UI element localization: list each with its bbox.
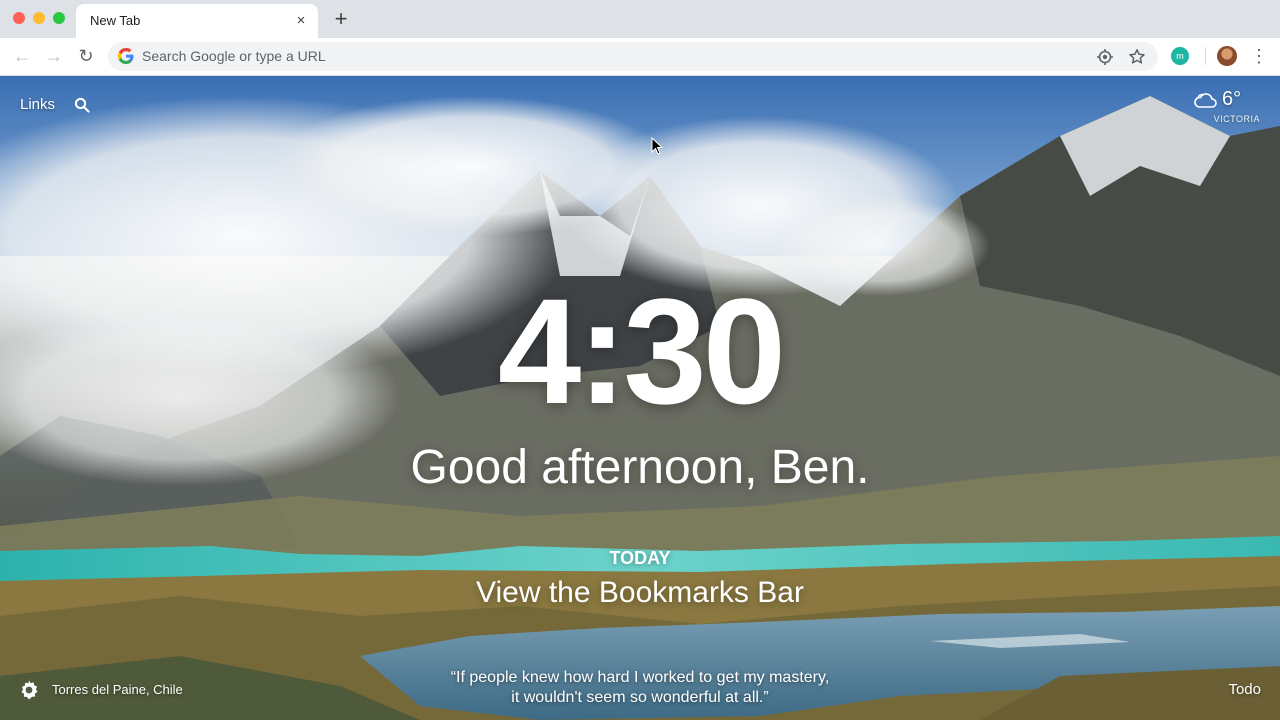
tab-strip: New Tab × + [0,0,1280,38]
new-tab-button[interactable]: + [330,8,352,30]
tab-new-tab[interactable]: New Tab × [76,4,318,38]
search-icon[interactable] [74,97,90,113]
quote-line-2: it wouldn't seem so wonderful at all.” [511,689,769,706]
google-g-icon [118,48,134,64]
momentum-dashboard: Links 6° VICTORIA 4:30 Good afternoon, B… [0,76,1280,720]
partly-cloudy-icon [1194,93,1217,108]
momentum-extension-icon[interactable]: m [1171,47,1189,65]
weather-temperature: 6° [1222,88,1242,110]
forward-button[interactable]: → [44,46,64,66]
tab-title: New Tab [90,13,141,28]
photo-location[interactable]: Torres del Paine, Chile [52,682,183,697]
greeting-text[interactable]: Good afternoon, Ben. [0,440,1280,495]
address-bar[interactable]: Search Google or type a URL [108,42,1158,71]
browser-toolbar: ← → ↻ Search Google or type a URL [0,38,1280,76]
todo-button[interactable]: Todo [1228,681,1261,698]
minimize-window-button[interactable] [33,12,45,24]
toolbar-divider [1205,47,1206,65]
quote-line-1: “If people knew how hard I worked to get… [450,669,830,686]
location-target-icon[interactable] [1096,48,1114,66]
mouse-cursor-icon [651,137,663,155]
focus-task[interactable]: View the Bookmarks Bar [0,576,1280,610]
back-button[interactable]: ← [12,46,32,66]
three-dots-menu-icon[interactable]: ⋮ [1250,46,1268,66]
weather-widget[interactable]: 6° VICTORIA [1192,88,1262,128]
reload-button[interactable]: ↻ [76,46,96,66]
links-button[interactable]: Links [20,96,55,113]
close-window-button[interactable] [13,12,25,24]
gear-icon[interactable] [18,679,40,701]
address-bar-placeholder: Search Google or type a URL [142,48,326,64]
profile-avatar[interactable] [1217,46,1237,66]
daily-quote[interactable]: “If people knew how hard I worked to get… [340,668,940,708]
maximize-window-button[interactable] [53,12,65,24]
weather-location: VICTORIA [1213,114,1260,124]
clock-time[interactable]: 4:30 [0,276,1280,426]
tab-close-icon[interactable]: × [292,12,310,30]
focus-label: TODAY [609,548,671,568]
star-icon[interactable] [1128,48,1146,66]
